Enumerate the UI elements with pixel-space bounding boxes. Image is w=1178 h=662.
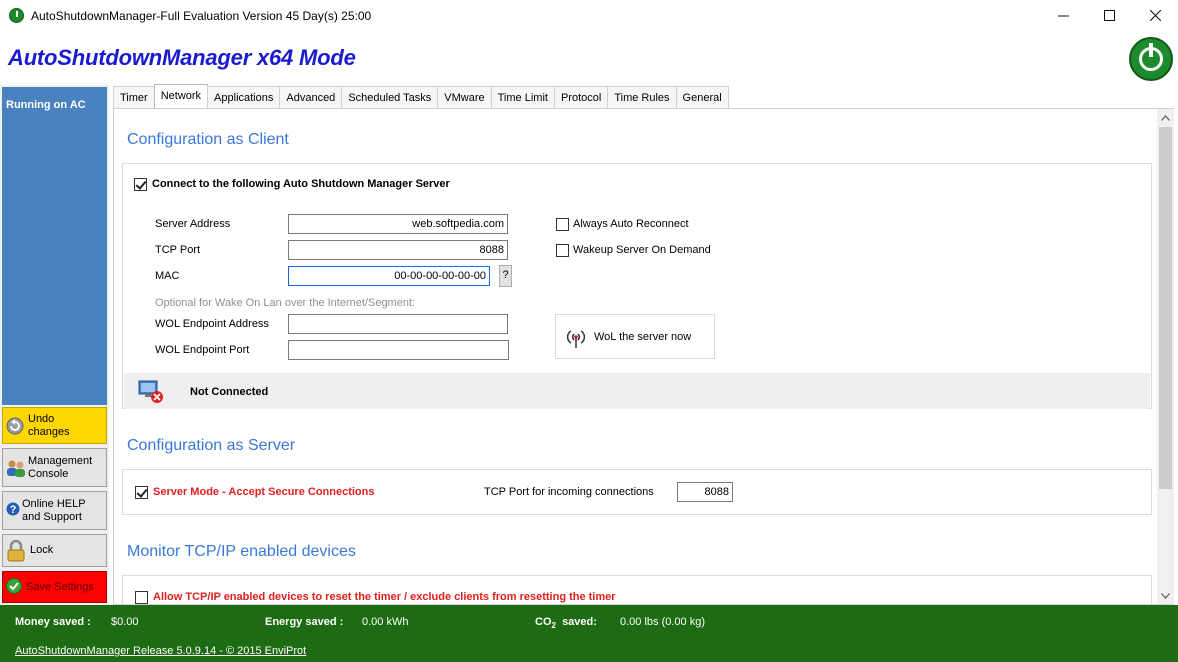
app-headline: AutoShutdownManager x64 Mode	[8, 45, 356, 70]
padlock-icon	[6, 539, 26, 562]
wol-optional-note: Optional for Wake On Lan over the Intern…	[155, 297, 416, 309]
tab-time-limit[interactable]: Time Limit	[490, 86, 555, 108]
sidebar: Running on AC Undo changes Management Co…	[0, 85, 109, 605]
check-icon	[6, 578, 22, 596]
users-icon	[6, 459, 25, 477]
minimize-button[interactable]	[1040, 0, 1086, 31]
tab-timer[interactable]: Timer	[113, 86, 155, 108]
tab-scheduled-tasks[interactable]: Scheduled Tasks	[341, 86, 439, 108]
co2-saved-label: CO2 saved:	[535, 616, 597, 631]
connect-server-label: Connect to the following Auto Shutdown M…	[152, 178, 450, 190]
help-icon: ?	[6, 502, 20, 520]
wol-port-input[interactable]	[288, 340, 509, 360]
tab-protocol[interactable]: Protocol	[553, 86, 609, 108]
mac-help-button[interactable]: ?	[499, 265, 512, 287]
release-link[interactable]: AutoShutdownManager Release 5.0.9.14 - ©…	[15, 645, 306, 657]
server-port-input[interactable]: 8088	[677, 482, 733, 502]
tab-general[interactable]: General	[675, 86, 729, 108]
tab-time-rules[interactable]: Time Rules	[607, 86, 677, 108]
undo-changes-label: Undo changes	[28, 412, 70, 438]
always-reconnect-label: Always Auto Reconnect	[573, 218, 689, 230]
scroll-down-button[interactable]	[1157, 587, 1174, 604]
server-section-title: Configuration as Server	[127, 437, 296, 454]
title-bar: AutoShutdownManager-Full Evaluation Vers…	[0, 0, 1178, 31]
tab-advanced[interactable]: Advanced	[279, 86, 343, 108]
network-tab-content: Configuration as Client Connect to the f…	[113, 108, 1174, 605]
server-port-label: TCP Port for incoming connections	[484, 486, 654, 498]
content-scrollbar[interactable]	[1157, 109, 1174, 604]
allow-devices-label: Allow TCP/IP enabled devices to reset th…	[153, 591, 616, 603]
tab-applications[interactable]: Applications	[207, 86, 281, 108]
chevron-down-icon	[1161, 592, 1170, 599]
mac-input[interactable]: 00-00-00-00-00-00	[288, 266, 490, 286]
power-status-panel: Running on AC	[2, 87, 107, 405]
scroll-thumb[interactable]	[1159, 127, 1172, 489]
tab-bar: Timer Network Applications Advanced Sche…	[113, 84, 729, 108]
wol-server-button[interactable]: WoL the server now	[555, 314, 715, 359]
tcp-port-input[interactable]: 8088	[288, 240, 508, 260]
power-clock-icon	[1129, 37, 1173, 81]
app-icon	[9, 8, 24, 23]
wakeup-server-label: Wakeup Server On Demand	[573, 244, 711, 256]
client-panel: Connect to the following Auto Shutdown M…	[122, 163, 1152, 409]
online-help-button[interactable]: ? Online HELP and Support	[2, 491, 107, 530]
wol-port-label: WOL Endpoint Port	[155, 344, 250, 356]
wol-server-label: WoL the server now	[594, 330, 692, 343]
window-title: AutoShutdownManager-Full Evaluation Vers…	[31, 9, 372, 23]
wireless-antenna-icon	[564, 325, 588, 349]
wol-address-input[interactable]	[288, 314, 508, 334]
undo-changes-button[interactable]: Undo changes	[2, 407, 107, 444]
wakeup-server-checkbox[interactable]	[556, 244, 569, 257]
monitor-panel: Allow TCP/IP enabled devices to reset th…	[122, 575, 1152, 604]
minimize-icon	[1057, 15, 1069, 17]
lock-label: Lock	[30, 544, 54, 556]
online-help-label: Online HELP and Support	[22, 497, 86, 523]
scroll-up-button[interactable]	[1157, 109, 1174, 126]
wol-address-label: WOL Endpoint Address	[155, 318, 269, 330]
server-panel: Server Mode - Accept Secure Connections …	[122, 469, 1152, 515]
server-mode-label: Server Mode - Accept Secure Connections	[153, 486, 375, 498]
server-address-input[interactable]: web.softpedia.com	[288, 214, 508, 234]
energy-saved-value: 0.00 kWh	[362, 616, 409, 628]
disconnected-monitor-icon	[138, 380, 163, 403]
mac-label: MAC	[155, 270, 180, 282]
chevron-up-icon	[1161, 114, 1170, 121]
connection-status-strip: Not Connected	[124, 373, 1150, 409]
server-mode-checkbox[interactable]	[135, 486, 148, 499]
svg-text:?: ?	[10, 504, 17, 516]
co2-saved-value: 0.00 lbs (0.00 kg)	[620, 616, 705, 628]
undo-icon	[6, 417, 24, 435]
save-settings-label: Save Settings	[26, 580, 94, 593]
monitor-section-title: Monitor TCP/IP enabled devices	[127, 543, 356, 560]
management-console-label: Management Console	[28, 454, 93, 480]
energy-saved-label: Energy saved :	[265, 616, 344, 628]
money-saved-value: $0.00	[111, 616, 139, 628]
maximize-icon	[1103, 10, 1115, 21]
close-button[interactable]	[1132, 0, 1178, 31]
connect-server-checkbox[interactable]	[134, 178, 147, 191]
client-section-title: Configuration as Client	[127, 131, 289, 148]
app-header: AutoShutdownManager x64 Mode	[0, 31, 1178, 85]
savings-footer: Money saved : $0.00 Energy saved : 0.00 …	[0, 605, 1178, 662]
management-console-button[interactable]: Management Console	[2, 448, 107, 487]
power-status-text: Running on AC	[6, 99, 86, 111]
save-settings-button[interactable]: Save Settings	[2, 571, 107, 603]
money-saved-label: Money saved :	[15, 616, 91, 628]
maximize-button[interactable]	[1086, 0, 1132, 31]
tab-vmware[interactable]: VMware	[437, 86, 492, 108]
allow-devices-checkbox[interactable]	[135, 591, 148, 604]
server-address-label: Server Address	[155, 218, 231, 230]
lock-button[interactable]: Lock	[2, 534, 107, 567]
always-reconnect-checkbox[interactable]	[556, 218, 569, 231]
tab-network[interactable]: Network	[153, 84, 209, 108]
close-icon	[1149, 10, 1161, 21]
connection-status-text: Not Connected	[190, 386, 269, 398]
tcp-port-label: TCP Port	[155, 244, 201, 256]
